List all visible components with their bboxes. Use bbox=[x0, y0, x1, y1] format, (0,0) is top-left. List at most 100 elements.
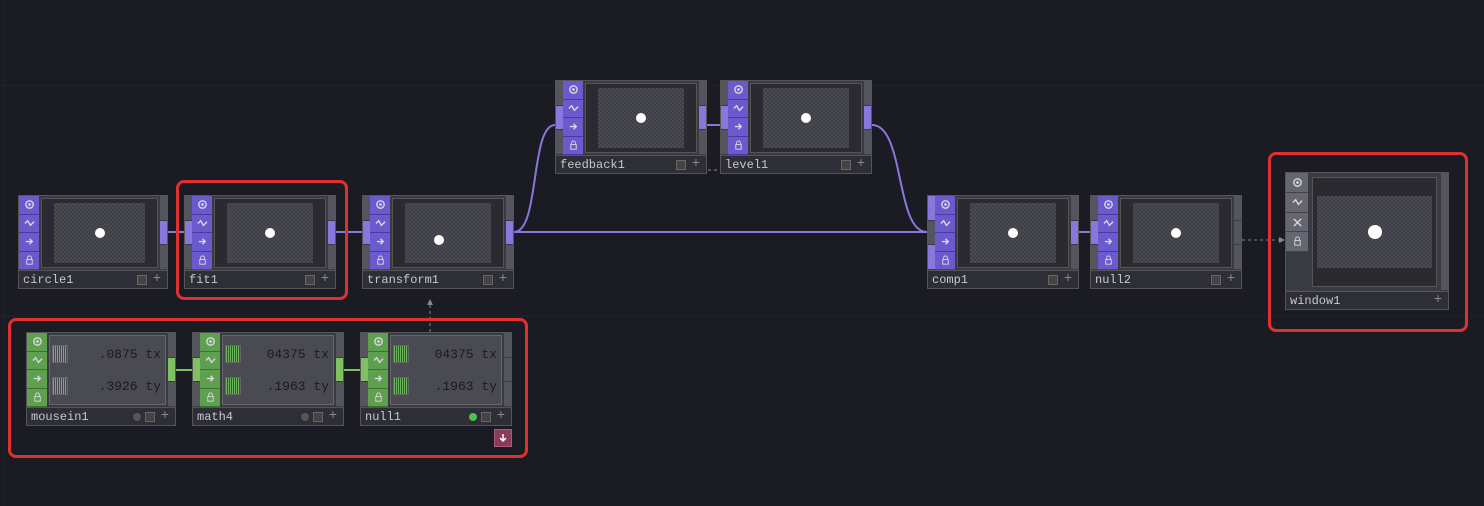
activity-icon[interactable] bbox=[27, 352, 47, 371]
output-connector[interactable] bbox=[160, 196, 167, 270]
activity-icon[interactable] bbox=[935, 215, 955, 234]
node-feedback1[interactable]: feedback1 + bbox=[555, 80, 707, 174]
output-connector[interactable] bbox=[328, 196, 335, 270]
viewer-icon[interactable] bbox=[1286, 173, 1308, 193]
output-connector[interactable] bbox=[336, 333, 343, 407]
lock-icon[interactable] bbox=[728, 137, 748, 156]
lock-icon[interactable] bbox=[200, 389, 220, 408]
node-flags[interactable] bbox=[728, 81, 748, 155]
node-title-bar[interactable]: transform1 + bbox=[363, 270, 513, 288]
arrow-icon[interactable] bbox=[27, 370, 47, 389]
output-connector[interactable] bbox=[1234, 196, 1241, 270]
output-connector[interactable] bbox=[864, 81, 871, 155]
plus-icon[interactable]: + bbox=[690, 159, 702, 171]
plus-icon[interactable]: + bbox=[497, 274, 509, 286]
viewer-icon[interactable] bbox=[370, 196, 390, 215]
input-connector[interactable] bbox=[1091, 196, 1098, 270]
title-flag[interactable] bbox=[481, 412, 491, 422]
arrow-icon[interactable] bbox=[192, 233, 212, 252]
viewer-icon[interactable] bbox=[200, 333, 220, 352]
title-flag[interactable] bbox=[137, 275, 147, 285]
viewer-icon[interactable] bbox=[27, 333, 47, 352]
viewer-icon[interactable] bbox=[1098, 196, 1118, 215]
node-title-bar[interactable]: circle1 + bbox=[19, 270, 167, 288]
activity-icon[interactable] bbox=[368, 352, 388, 371]
close-icon[interactable] bbox=[1286, 213, 1308, 233]
activity-icon[interactable] bbox=[1098, 215, 1118, 234]
plus-icon[interactable]: + bbox=[855, 159, 867, 171]
arrow-icon[interactable] bbox=[200, 370, 220, 389]
arrow-icon[interactable] bbox=[935, 233, 955, 252]
export-arrow-button[interactable] bbox=[494, 429, 512, 447]
lock-icon[interactable] bbox=[370, 252, 390, 271]
output-connector[interactable] bbox=[168, 333, 175, 407]
node-flags[interactable] bbox=[370, 196, 390, 270]
node-title-bar[interactable]: null2 + bbox=[1091, 270, 1241, 288]
node-flags[interactable] bbox=[935, 196, 955, 270]
arrow-icon[interactable] bbox=[19, 233, 39, 252]
viewer-icon[interactable] bbox=[728, 81, 748, 100]
viewer-icon[interactable] bbox=[19, 196, 39, 215]
viewer-icon[interactable] bbox=[368, 333, 388, 352]
viewer-icon[interactable] bbox=[935, 196, 955, 215]
node-null1[interactable]: 04375 tx .1963 ty null1 + bbox=[360, 332, 512, 426]
plus-icon[interactable]: + bbox=[319, 274, 331, 286]
title-flag[interactable] bbox=[133, 413, 141, 421]
input-connector[interactable] bbox=[556, 81, 563, 155]
input-connector[interactable] bbox=[721, 81, 728, 155]
node-flags[interactable] bbox=[1098, 196, 1118, 270]
plus-icon[interactable]: + bbox=[151, 274, 163, 286]
title-flag[interactable] bbox=[1211, 275, 1221, 285]
node-title-bar[interactable]: mousein1 + bbox=[27, 407, 175, 425]
node-title-bar[interactable]: null1 + bbox=[361, 407, 511, 425]
title-flag[interactable] bbox=[145, 412, 155, 422]
node-flags[interactable] bbox=[27, 333, 47, 407]
node-mousein1[interactable]: .0875 tx .3926 ty mousein1 + bbox=[26, 332, 176, 426]
node-title-bar[interactable]: fit1 + bbox=[185, 270, 335, 288]
node-level1[interactable]: level1 + bbox=[720, 80, 872, 174]
input-connector[interactable] bbox=[363, 196, 370, 270]
activity-icon[interactable] bbox=[192, 215, 212, 234]
arrow-icon[interactable] bbox=[370, 233, 390, 252]
node-comp1[interactable]: comp1 + bbox=[927, 195, 1079, 289]
title-flag[interactable] bbox=[301, 413, 309, 421]
activity-icon[interactable] bbox=[370, 215, 390, 234]
node-flags[interactable] bbox=[1286, 173, 1308, 291]
lock-icon[interactable] bbox=[1286, 232, 1308, 252]
activity-icon[interactable] bbox=[728, 100, 748, 119]
output-connector[interactable] bbox=[1441, 173, 1448, 291]
lock-icon[interactable] bbox=[192, 252, 212, 271]
input-connector[interactable] bbox=[193, 333, 200, 407]
lock-icon[interactable] bbox=[563, 137, 583, 156]
node-flags[interactable] bbox=[19, 196, 39, 270]
arrow-icon[interactable] bbox=[1098, 233, 1118, 252]
arrow-icon[interactable] bbox=[728, 118, 748, 137]
title-flag[interactable] bbox=[841, 160, 851, 170]
node-null2[interactable]: null2 + bbox=[1090, 195, 1242, 289]
activity-icon[interactable] bbox=[563, 100, 583, 119]
node-math4[interactable]: 04375 tx .1963 ty math4 + bbox=[192, 332, 344, 426]
node-flags[interactable] bbox=[200, 333, 220, 407]
node-flags[interactable] bbox=[192, 196, 212, 270]
input-connector[interactable] bbox=[928, 196, 935, 270]
lock-icon[interactable] bbox=[368, 389, 388, 408]
plus-icon[interactable]: + bbox=[159, 411, 171, 423]
node-flags[interactable] bbox=[563, 81, 583, 155]
export-flag[interactable] bbox=[469, 413, 477, 421]
title-flag[interactable] bbox=[313, 412, 323, 422]
node-title-bar[interactable]: math4 + bbox=[193, 407, 343, 425]
title-flag[interactable] bbox=[676, 160, 686, 170]
activity-icon[interactable] bbox=[200, 352, 220, 371]
node-fit1[interactable]: fit1 + bbox=[184, 195, 336, 289]
node-flags[interactable] bbox=[368, 333, 388, 407]
activity-icon[interactable] bbox=[19, 215, 39, 234]
output-connector[interactable] bbox=[506, 196, 513, 270]
viewer-icon[interactable] bbox=[563, 81, 583, 100]
arrow-icon[interactable] bbox=[368, 370, 388, 389]
node-title-bar[interactable]: level1 + bbox=[721, 155, 871, 173]
output-connector[interactable] bbox=[699, 81, 706, 155]
output-connector[interactable] bbox=[1071, 196, 1078, 270]
input-connector[interactable] bbox=[185, 196, 192, 270]
title-flag[interactable] bbox=[483, 275, 493, 285]
input-connector[interactable] bbox=[361, 333, 368, 407]
